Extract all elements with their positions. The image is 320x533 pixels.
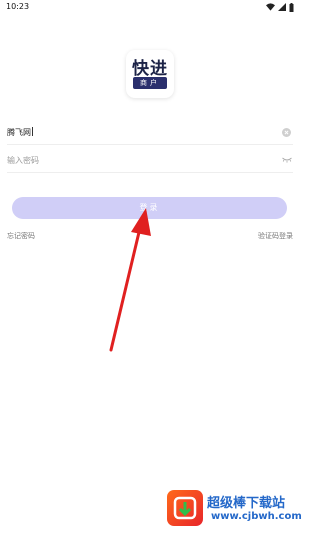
username-input[interactable]: 腾飞网 — [7, 127, 33, 138]
arrow-shaft — [109, 226, 142, 352]
code-login-link[interactable]: 验证码登录 — [258, 231, 293, 241]
logo-title: 快进 — [132, 59, 168, 79]
watermark-url: www.cjbwh.com — [211, 511, 302, 522]
field-divider — [7, 144, 293, 145]
watermark-logo-icon — [167, 490, 203, 526]
status-icons — [266, 2, 294, 12]
password-field[interactable]: 输入密码 — [7, 151, 293, 173]
download-arrow-icon — [173, 496, 197, 520]
logo-badge: 商户 — [133, 77, 167, 89]
battery-icon — [289, 2, 294, 12]
password-input[interactable]: 输入密码 — [7, 155, 39, 166]
login-button[interactable]: 登录 — [12, 197, 287, 219]
status-time: 10:23 — [6, 2, 30, 11]
status-bar: 10:23 — [0, 0, 300, 14]
app-logo: 快进 商户 — [126, 50, 174, 98]
username-value: 腾飞网 — [7, 128, 31, 137]
watermark: 超级棒下载站 www.cjbwh.com — [166, 490, 302, 533]
username-field[interactable]: 腾飞网 — [7, 123, 293, 145]
watermark-name: 超级棒下载站 — [207, 496, 286, 511]
wifi-icon — [266, 3, 275, 11]
signal-icon — [278, 3, 286, 11]
clear-icon[interactable] — [282, 128, 291, 137]
eye-closed-icon[interactable] — [282, 156, 292, 163]
forgot-password-link[interactable]: 忘记密码 — [7, 231, 35, 241]
field-divider — [7, 172, 293, 173]
text-caret — [32, 127, 33, 136]
